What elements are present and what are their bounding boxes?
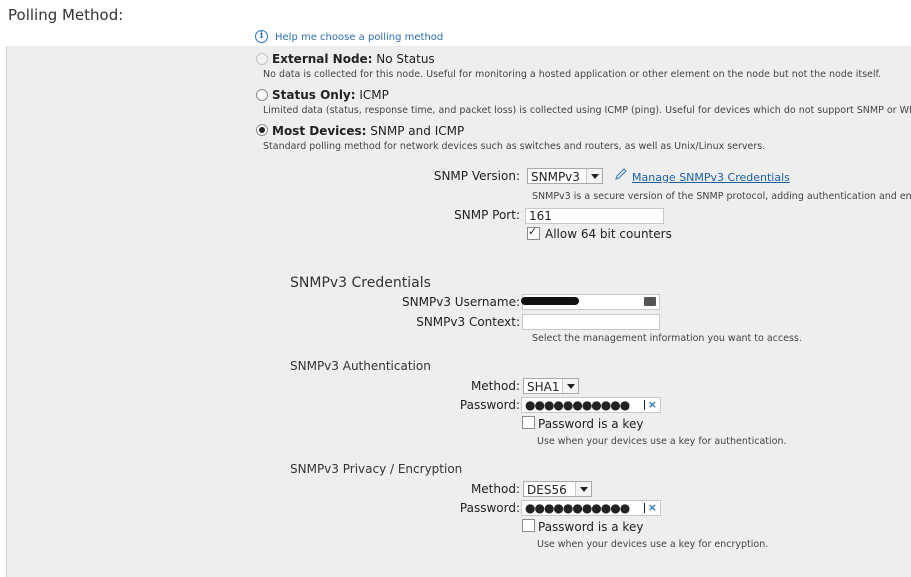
privacy-key-hint: Use when your devices use a key for encr…: [537, 539, 769, 550]
option-most-devices-subtitle: SNMP and ICMP: [366, 124, 465, 138]
page-title: Polling Method:: [8, 6, 124, 24]
text-cursor: [644, 503, 645, 513]
info-icon[interactable]: i: [255, 30, 268, 43]
snmpv3-credentials-heading: SNMPv3 Credentials: [290, 275, 431, 291]
privacy-password-is-key-label: Password is a key: [538, 520, 644, 534]
auth-password-label: Password:: [459, 398, 520, 412]
option-status-only-description: Limited data (status, response time, and…: [263, 105, 911, 116]
option-status-only-title: Status Only:: [272, 88, 356, 102]
snmpv3-privacy-heading: SNMPv3 Privacy / Encryption: [290, 462, 463, 476]
radio-status-only[interactable]: [256, 89, 268, 101]
option-status-only-label[interactable]: Status Only: ICMP: [272, 88, 389, 102]
snmp-port-label: SNMP Port:: [454, 208, 520, 222]
manage-snmpv3-credentials-link[interactable]: Manage SNMPv3 Credentials: [632, 171, 790, 184]
privacy-password-value: ●●●●●●●●●●●: [525, 501, 630, 515]
snmp-version-select[interactable]: SNMPv3: [527, 168, 603, 184]
option-most-devices-label[interactable]: Most Devices: SNMP and ICMP: [272, 124, 464, 138]
snmpv3-context-label: SNMPv3 Context:: [416, 315, 520, 329]
option-external-node-title: External Node:: [272, 52, 373, 66]
privacy-password-input[interactable]: ●●●●●●●●●●● ×: [521, 500, 661, 516]
pencil-icon[interactable]: [614, 167, 628, 181]
chevron-down-icon: [575, 482, 591, 496]
allow-64bit-checkbox[interactable]: [527, 225, 540, 240]
privacy-password-label: Password:: [459, 501, 520, 515]
chevron-down-icon: [586, 169, 602, 183]
radio-external-node[interactable]: [256, 53, 268, 65]
allow-64bit-label: Allow 64 bit counters: [545, 227, 672, 241]
auth-key-hint: Use when your devices use a key for auth…: [537, 436, 787, 447]
option-external-node-subtitle: No Status: [372, 52, 435, 66]
auth-method-label: Method:: [470, 379, 520, 393]
option-external-node-description: No data is collected for this node. Usef…: [263, 69, 882, 80]
snmp-version-value: SNMPv3: [531, 170, 580, 184]
option-status-only-subtitle: ICMP: [355, 88, 389, 102]
auth-password-input[interactable]: ●●●●●●●●●●● ×: [521, 397, 661, 413]
privacy-password-is-key-checkbox[interactable]: [522, 519, 535, 532]
keyboard-icon[interactable]: [644, 297, 656, 306]
snmpv3-username-label: SNMPv3 Username:: [402, 295, 520, 309]
snmpv3-context-hint: Select the management information you wa…: [532, 333, 802, 344]
help-choose-polling-link[interactable]: Help me choose a polling method: [275, 32, 443, 43]
option-most-devices-title: Most Devices:: [272, 124, 367, 138]
redaction-mark: [521, 297, 579, 305]
clear-icon[interactable]: ×: [648, 398, 657, 412]
chevron-down-icon: [562, 379, 578, 393]
clear-icon[interactable]: ×: [648, 501, 657, 515]
snmp-version-label: SNMP Version:: [433, 169, 520, 183]
privacy-method-select[interactable]: DES56: [523, 481, 592, 497]
radio-most-devices[interactable]: [256, 124, 268, 136]
privacy-method-label: Method:: [470, 482, 520, 496]
snmpv3-authentication-heading: SNMPv3 Authentication: [290, 359, 431, 373]
auth-method-select[interactable]: SHA1: [523, 378, 579, 394]
auth-password-is-key-label: Password is a key: [538, 417, 644, 431]
privacy-method-value: DES56: [527, 483, 567, 497]
snmp-port-input[interactable]: 161: [525, 208, 664, 224]
option-most-devices-description: Standard polling method for network devi…: [263, 141, 766, 152]
text-cursor: [644, 400, 645, 410]
snmpv3-context-input[interactable]: [522, 314, 660, 330]
option-external-node-label[interactable]: External Node: No Status: [272, 52, 435, 66]
snmp-version-note: SNMPv3 is a secure version of the SNMP p…: [532, 191, 911, 202]
auth-password-value: ●●●●●●●●●●●: [525, 398, 630, 412]
auth-method-value: SHA1: [527, 380, 560, 394]
auth-password-is-key-checkbox[interactable]: [522, 416, 535, 429]
